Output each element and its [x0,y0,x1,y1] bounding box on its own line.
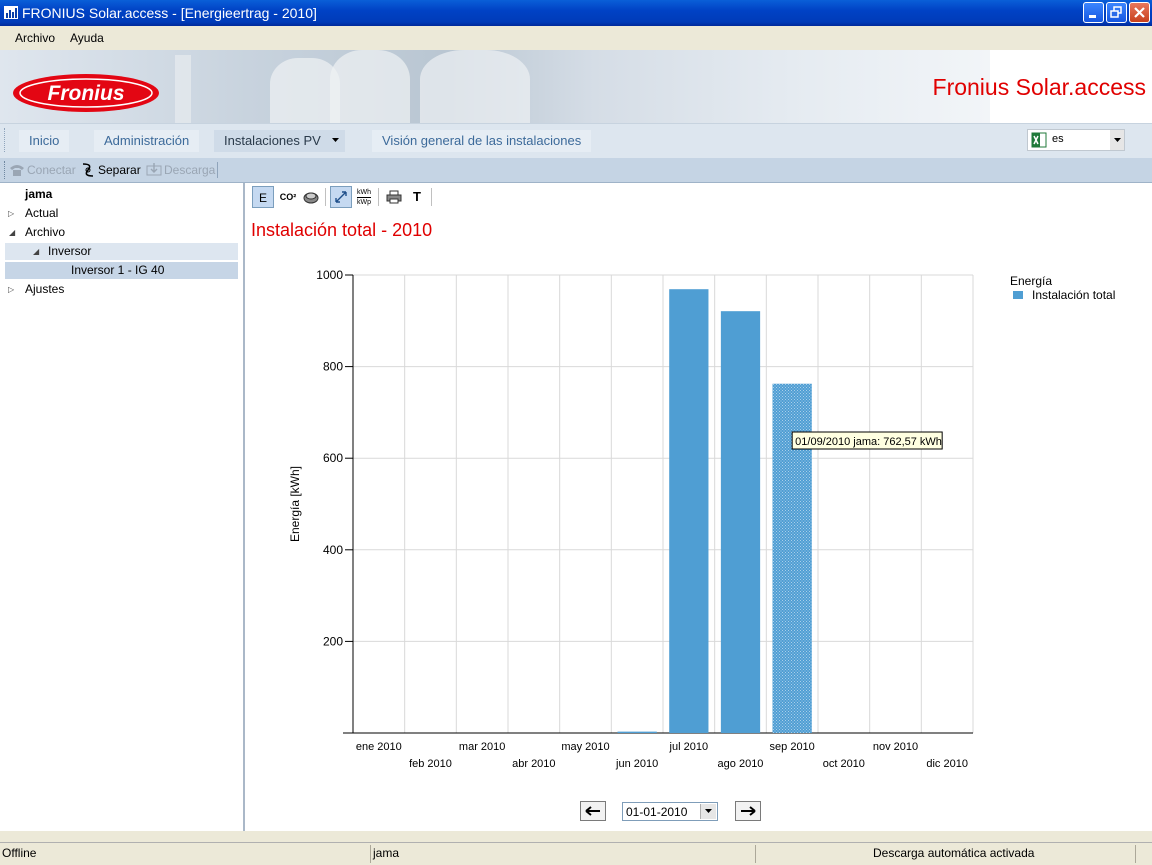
minimize-button[interactable] [1083,2,1104,23]
x-tick-label: feb 2010 [409,758,452,770]
co2-view-button[interactable]: CO² [277,186,299,208]
y-axis-label: Energía [kWh] [288,466,302,542]
legend-label: Instalación total [1032,288,1115,302]
tree-item-inversor[interactable]: Inversor [48,244,91,258]
date-value: 01-01-2010 [626,805,688,819]
minimize-icon [1089,15,1096,18]
expand-arrow-icon[interactable]: ▷ [8,285,14,294]
status-bar: Offline jama Descarga automática activad… [0,842,1152,865]
status-connection: Offline [2,846,37,860]
status-auto-download: Descarga automática activada [873,846,1035,860]
connection-toolbar: Conectar Separar Descarga [0,158,1152,183]
legend-swatch [1013,291,1023,299]
menu-archivo[interactable]: Archivo [15,31,55,45]
tab-inicio[interactable]: Inicio [19,130,70,152]
x-tick-label: nov 2010 [873,741,918,753]
legend-title: Energía [1010,274,1052,288]
tree-item-archivo[interactable]: Archivo [25,225,65,239]
tree-item-ajustes[interactable]: Ajustes [25,282,64,296]
status-user: jama [373,846,400,860]
fronius-logo-text: Fronius [48,82,125,105]
bar[interactable] [669,289,709,733]
connect-button[interactable]: Conectar [27,163,76,177]
download-icon [146,163,162,176]
close-button[interactable] [1129,2,1150,23]
nav-bar: Inicio Administración Instalaciones PV V… [0,123,1152,158]
print-button[interactable] [383,186,405,208]
phone-icon [10,165,24,176]
tooltip-text: 01/09/2010 jama: 762,57 kWh [795,436,942,448]
money-view-button[interactable] [300,186,322,208]
tree-panel: jama ▷ Actual ◢ Archivo ◢ Inversor Inver… [0,183,245,831]
menu-bar: Archivo Ayuda [0,26,1152,51]
coins-icon [303,192,319,204]
language-select[interactable]: es [1027,129,1125,151]
y-tick-label: 600 [323,451,343,465]
disconnect-icon [82,163,94,177]
bar[interactable] [617,731,657,733]
collapse-arrow-icon[interactable]: ◢ [9,228,15,237]
restore-icon [1110,6,1122,18]
x-tick-label: ene 2010 [356,741,402,753]
printer-icon [386,190,402,204]
window-title: FRONIUS Solar.access - [Energieertrag - … [22,5,317,21]
banner: Fronius Fronius Solar.access [0,50,1152,123]
excel-icon [1031,132,1047,148]
kwh-label: kWh [357,189,371,196]
tab-instalaciones-pv[interactable]: Instalaciones PV [214,130,345,152]
date-dropdown-button[interactable] [700,804,716,819]
separate-button[interactable]: Separar [98,163,141,177]
date-select[interactable]: 01-01-2010 [622,802,718,821]
chevron-down-icon [705,809,712,813]
chart-title: Instalación total - 2010 [251,220,433,240]
x-tick-label: jul 2010 [669,741,709,753]
previous-button[interactable] [580,801,606,821]
tree-root[interactable]: jama [25,187,52,201]
expand-icon [335,191,347,203]
x-tick-label: dic 2010 [926,758,968,770]
x-tick-label: oct 2010 [823,758,865,770]
energy-chart: 200 400 600 800 1000 ene 2010 feb 2010 mar 2010… [288,268,1115,770]
kwh-kwp-button[interactable]: kWh kWp [353,186,375,208]
tree-row-inversor [5,243,238,260]
text-button[interactable]: T [406,186,428,208]
restore-button[interactable] [1106,2,1127,23]
close-icon [1134,7,1145,18]
menu-ayuda[interactable]: Ayuda [70,31,104,45]
bar[interactable] [720,311,761,733]
expand-arrow-icon[interactable]: ▷ [8,209,14,218]
title-bar: FRONIUS Solar.access - [Energieertrag - … [0,0,1152,26]
x-tick-label: sep 2010 [770,741,815,753]
zoom-button[interactable] [330,186,352,208]
next-button[interactable] [735,801,761,821]
tab-instalaciones-pv-label: Instalaciones PV [224,133,321,148]
x-tick-label: jun 2010 [615,758,658,770]
tree-item-actual[interactable]: Actual [25,206,58,220]
tree-item-inversor-1[interactable]: Inversor 1 - IG 40 [71,263,164,277]
chart-panel: 200 400 600 800 1000 ene 2010 feb 2010 mar 2010… [245,183,1152,831]
tab-administracion[interactable]: Administración [94,130,200,152]
kwp-label: kWp [357,199,371,206]
app-chart-icon [4,6,18,19]
energy-view-button[interactable]: E [252,186,274,208]
arrow-right-icon [741,806,756,816]
x-tick-label: ago 2010 [718,758,764,770]
y-tick-label: 400 [323,543,343,557]
brand-title: Fronius Solar.access [932,74,1146,100]
x-tick-label: may 2010 [561,741,609,753]
arrow-left-icon [585,806,600,816]
language-value: es [1052,133,1064,145]
x-tick-label: mar 2010 [459,741,505,753]
chevron-down-icon [1114,138,1121,142]
collapse-arrow-icon[interactable]: ◢ [33,247,39,256]
language-dropdown-button[interactable] [1110,130,1124,150]
y-tick-label: 200 [323,634,343,648]
dropdown-arrow-icon[interactable] [331,138,339,143]
tab-vision-general[interactable]: Visión general de las instalaciones [372,130,592,152]
download-button[interactable]: Descarga [164,163,215,177]
fronius-logo: Fronius [13,74,159,112]
y-tick-label: 800 [323,360,343,374]
y-tick-label: 1000 [316,268,343,282]
x-tick-label: abr 2010 [512,758,555,770]
